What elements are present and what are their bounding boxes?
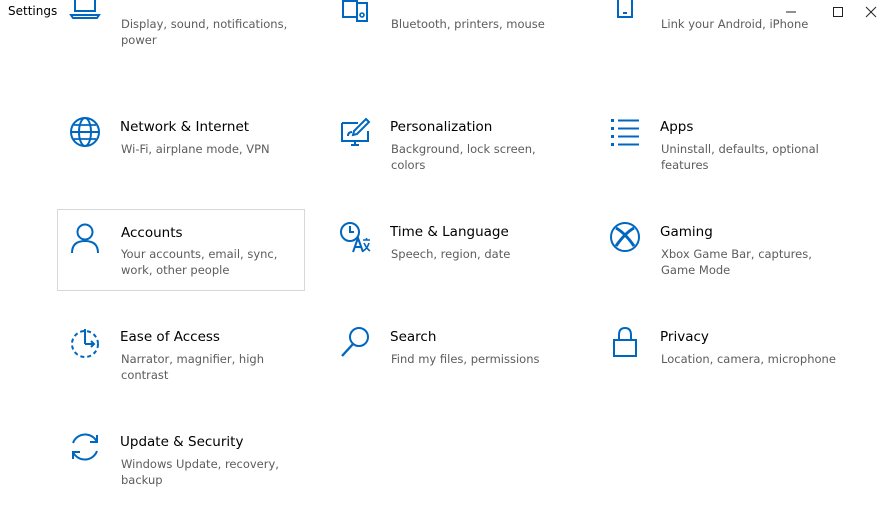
- tile-accounts[interactable]: Accounts Your accounts, email, sync, wor…: [57, 209, 305, 291]
- tile-description: Location, camera, microphone: [661, 352, 836, 366]
- tile-description: Background, lock screen, colors: [391, 142, 536, 172]
- tile-name: Update & Security: [120, 434, 244, 450]
- tile-description: Windows Update, recovery, backup: [121, 457, 279, 487]
- settings-window: Settings Display, sound, notifications, …: [0, 0, 894, 514]
- tile-gaming[interactable]: Gaming Xbox Game Bar, captures, Game Mod…: [597, 215, 845, 297]
- tile-name: Time & Language: [390, 224, 509, 240]
- tile-time-language[interactable]: Time & Language Speech, region, date: [327, 215, 575, 297]
- tile-name: Network & Internet: [120, 119, 250, 135]
- xbox-icon: [609, 221, 641, 253]
- tile-search[interactable]: Search Find my files, permissions: [327, 320, 575, 402]
- ease-of-access-icon: [69, 326, 101, 358]
- tile-devices[interactable]: Bluetooth, printers, mouse: [327, 0, 575, 67]
- tile-name: Gaming: [660, 224, 713, 240]
- time-language-icon: [339, 221, 371, 253]
- laptop-icon: [69, 0, 101, 23]
- tile-description: Find my files, permissions: [391, 352, 540, 366]
- tile-description: Narrator, magnifier, high contrast: [121, 352, 264, 382]
- tile-ease-of-access[interactable]: Ease of Access Narrator, magnifier, high…: [57, 320, 305, 402]
- tile-description: Bluetooth, printers, mouse: [391, 17, 545, 31]
- paint-icon: [339, 116, 371, 148]
- tile-phone[interactable]: Link your Android, iPhone: [597, 0, 845, 67]
- devices-icon: [339, 0, 371, 23]
- tile-description: Wi-Fi, airplane mode, VPN: [121, 142, 270, 156]
- tile-description: Xbox Game Bar, captures, Game Mode: [661, 247, 812, 277]
- tile-name: Privacy: [660, 329, 709, 345]
- tile-description: Your accounts, email, sync, work, other …: [121, 247, 278, 277]
- tile-apps[interactable]: Apps Uninstall, defaults, optional featu…: [597, 110, 845, 192]
- tile-description: Display, sound, notifications, power: [121, 17, 288, 47]
- close-button[interactable]: [848, 0, 894, 24]
- search-icon: [339, 326, 371, 358]
- tile-personalization[interactable]: Personalization Background, lock screen,…: [327, 110, 575, 192]
- tile-description: Uninstall, defaults, optional features: [661, 142, 819, 172]
- tile-name: Search: [390, 329, 437, 345]
- tile-privacy[interactable]: Privacy Location, camera, microphone: [597, 320, 845, 402]
- tile-name: Accounts: [121, 225, 183, 241]
- tile-description: Link your Android, iPhone: [661, 17, 809, 31]
- tile-system[interactable]: Display, sound, notifications, power: [57, 0, 305, 67]
- lock-icon: [609, 326, 641, 358]
- phone-icon: [609, 0, 641, 23]
- tile-name: Ease of Access: [120, 329, 220, 345]
- close-icon: [865, 6, 877, 18]
- tile-update-security[interactable]: Update & Security Windows Update, recove…: [57, 425, 305, 507]
- tile-description: Speech, region, date: [391, 247, 511, 261]
- tile-network-internet[interactable]: Network & Internet Wi-Fi, airplane mode,…: [57, 110, 305, 192]
- globe-icon: [69, 116, 101, 148]
- tile-name: Apps: [660, 119, 694, 135]
- window-title: Settings: [8, 4, 58, 18]
- tile-name: Personalization: [390, 119, 493, 135]
- apps-list-icon: [609, 116, 641, 148]
- person-icon: [69, 222, 101, 254]
- sync-icon: [69, 431, 101, 463]
